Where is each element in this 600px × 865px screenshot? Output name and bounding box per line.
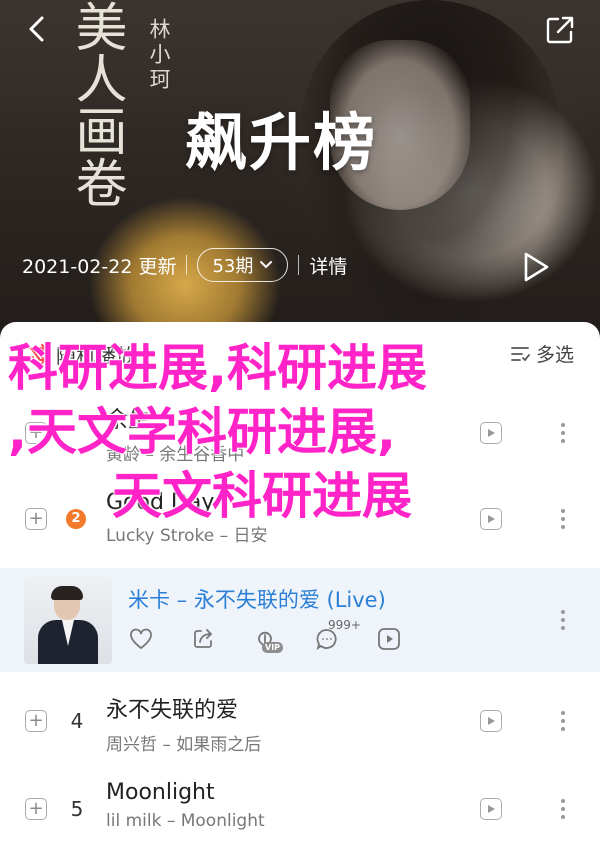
mv-play-icon[interactable]	[480, 422, 502, 444]
heart-icon[interactable]	[128, 626, 154, 652]
detail-label: 详情	[309, 255, 348, 278]
add-icon[interactable]: +	[25, 508, 47, 530]
rank-badge: 2	[66, 509, 86, 529]
more-vertical-icon[interactable]	[556, 709, 570, 733]
multi-select-button[interactable]: 多选	[510, 340, 574, 367]
banner-vertical-artist: 林小珂	[147, 18, 171, 93]
comment-count: 999+	[328, 618, 361, 632]
back-arrow-icon	[29, 16, 44, 42]
issue-count: 53期	[212, 256, 254, 277]
overlay-line-1: 科研进展,科研进展	[8, 339, 427, 397]
mv-play-icon[interactable]	[480, 798, 502, 820]
share-icon	[546, 16, 574, 44]
issue-selector[interactable]: 53期	[197, 248, 289, 282]
banner-calligraphy: 美人画卷	[66, 0, 126, 208]
album-cover	[24, 576, 112, 664]
rank-number: 5	[70, 797, 84, 821]
song-title: 永不失联的爱	[106, 698, 239, 723]
vip-badge: VIP	[262, 642, 284, 653]
share-button[interactable]	[542, 12, 578, 48]
overlay-line-2: ,天文学科研进展,	[8, 403, 396, 461]
more-vertical-icon[interactable]	[556, 421, 570, 445]
mv-play-icon[interactable]	[480, 508, 502, 530]
song-row-playing[interactable]: 米卡 – 永不失联的爱 (Live) VIP 999+	[0, 568, 600, 672]
mv-play-icon[interactable]	[480, 710, 502, 732]
overlay-line-3: 天文科研进展	[112, 467, 412, 525]
divider	[186, 255, 188, 275]
play-chart-button[interactable]	[518, 249, 554, 285]
song-action-bar: VIP 999+	[128, 618, 402, 653]
mv-play-icon[interactable]	[376, 626, 402, 652]
chevron-down-icon	[260, 261, 273, 269]
song-row[interactable]: + 4 永不失联的爱 周兴哲 – 如果雨之后	[0, 678, 600, 764]
multi-select-icon	[511, 346, 530, 361]
more-vertical-icon[interactable]	[556, 507, 570, 531]
detail-link[interactable]: 详情	[309, 252, 347, 279]
add-icon[interactable]: +	[25, 710, 47, 732]
multi-select-label: 多选	[535, 344, 574, 366]
song-artist-album: lil milk – Moonlight	[106, 811, 265, 831]
song-row[interactable]: + 5 Moonlight lil milk – Moonlight	[0, 766, 600, 852]
rank-number: 4	[70, 709, 84, 733]
page-title: 飙升榜	[185, 106, 378, 179]
play-icon	[524, 252, 549, 282]
chart-banner: 美人画卷 林小珂 飙升榜 2021-02-22 更新 53期 详情	[0, 0, 600, 340]
update-date: 2021-02-22 更新	[22, 255, 177, 278]
divider	[298, 255, 300, 275]
more-vertical-icon[interactable]	[556, 797, 570, 821]
add-icon[interactable]: +	[25, 798, 47, 820]
comment-icon[interactable]: 999+	[314, 618, 361, 652]
song-title: 米卡 – 永不失联的爱 (Live)	[128, 588, 386, 612]
more-vertical-icon[interactable]	[556, 608, 570, 632]
chart-meta-row: 2021-02-22 更新 53期 详情	[22, 248, 347, 282]
song-title: Moonlight	[106, 780, 215, 805]
download-icon[interactable]: VIP	[252, 626, 284, 653]
forward-icon[interactable]	[190, 626, 216, 652]
back-button[interactable]	[22, 14, 52, 44]
song-artist-album: 周兴哲 – 如果雨之后	[106, 735, 262, 755]
